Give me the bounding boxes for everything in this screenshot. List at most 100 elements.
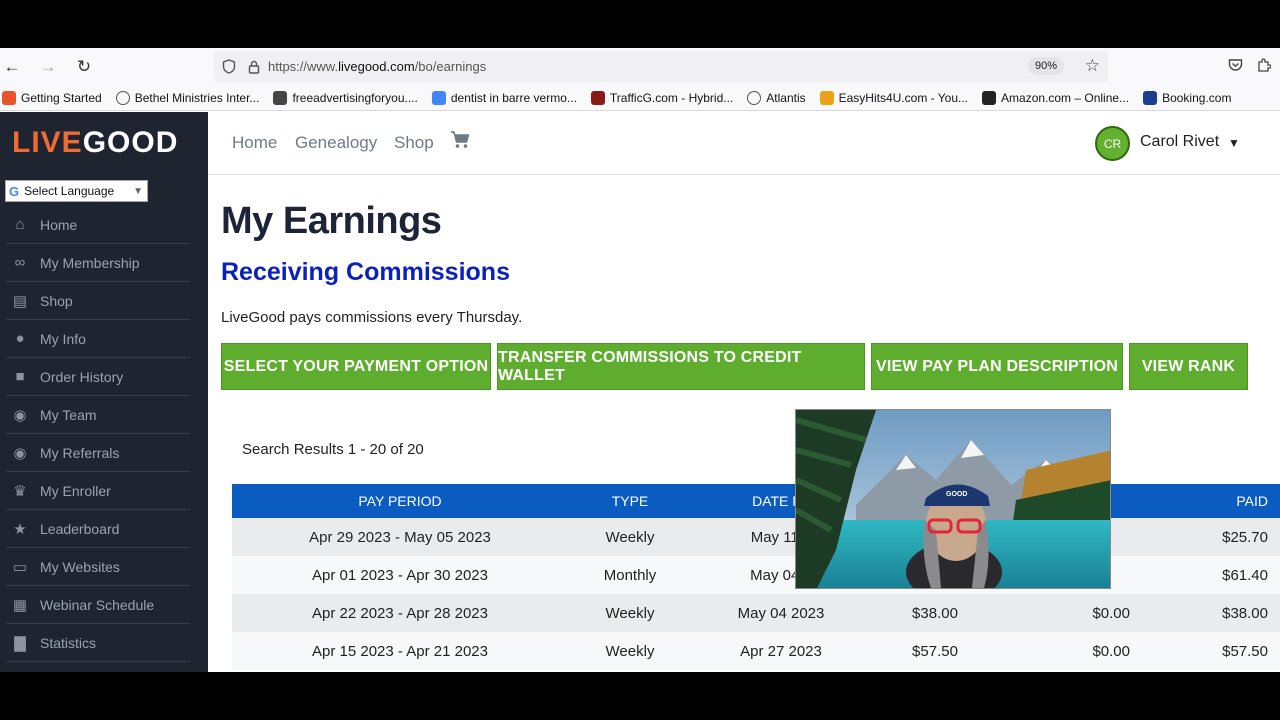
zoom-indicator[interactable]: 90% bbox=[1027, 57, 1064, 75]
sidebar-item-leaderboard[interactable]: ★ Leaderboard bbox=[6, 510, 190, 548]
pocket-icon[interactable] bbox=[1228, 58, 1243, 76]
home-icon: ⌂ bbox=[15, 216, 25, 233]
dropdown-arrow-icon: ▼ bbox=[133, 185, 143, 197]
select-payment-option-button[interactable]: SELECT YOUR PAYMENT OPTION bbox=[221, 343, 491, 390]
forward-icon[interactable]: → bbox=[30, 48, 66, 85]
user-name[interactable]: Carol Rivet bbox=[1140, 133, 1219, 151]
users-icon: ◉ bbox=[13, 406, 27, 424]
sidebar-item-my-referrals[interactable]: ◉ My Referrals bbox=[6, 434, 190, 472]
language-select-label: Select Language bbox=[24, 184, 115, 198]
sidebar-item-my-websites[interactable]: ▭ My Websites bbox=[6, 548, 190, 586]
sidebar-item-my-info[interactable]: ● My Info bbox=[6, 320, 190, 358]
extensions-icon[interactable] bbox=[1257, 57, 1272, 76]
trophy-icon: ★ bbox=[13, 520, 27, 538]
search-results-count: Search Results 1 - 20 of 20 bbox=[242, 441, 424, 458]
table-cell: $0.00 bbox=[1000, 632, 1130, 670]
sidebar-nav: ⌂ Home ∞ My Membership ▤ Shop ● My Info ■ Order H… bbox=[0, 206, 208, 662]
url-path: /bo/earnings bbox=[414, 59, 487, 74]
sidebar: LIVE GOOD G Select Language ▼ ⌂ Home ∞ My M… bbox=[0, 112, 208, 672]
column-header[interactable]: PAID bbox=[1130, 484, 1280, 518]
table-cell: Apr 22 2023 - Apr 28 2023 bbox=[232, 594, 568, 632]
sidebar-item-statistics[interactable]: ▇ Statistics bbox=[6, 624, 190, 662]
table-row: Apr 29 2023 - May 05 2023 Weekly May 11 2 $… bbox=[232, 518, 1280, 556]
sidebar-item-my-enroller[interactable]: ♛ My Enroller bbox=[6, 472, 190, 510]
user-menu-caret-icon[interactable]: ▼ bbox=[1228, 136, 1240, 150]
column-header[interactable]: PAY PERIOD bbox=[232, 484, 568, 518]
table-cell: Apr 29 2023 - May 05 2023 bbox=[232, 518, 568, 556]
site-icon bbox=[273, 90, 288, 105]
sidebar-item-label: Home bbox=[40, 216, 78, 233]
bookmark-label: Atlantis bbox=[766, 90, 806, 105]
table-cell: Apr 01 2023 - Apr 30 2023 bbox=[232, 556, 568, 594]
bookmark-item[interactable]: Booking.com bbox=[1143, 90, 1232, 105]
bookmark-item[interactable]: dentist in barre vermo... bbox=[431, 90, 577, 105]
cart-icon[interactable] bbox=[450, 131, 470, 154]
webcam-video-overlay[interactable]: GOOD bbox=[795, 409, 1111, 589]
user-group-icon: ◉ bbox=[13, 444, 27, 462]
user-icon: ● bbox=[15, 330, 25, 347]
globe-icon bbox=[747, 90, 762, 105]
logo-good-text: GOOD bbox=[82, 126, 179, 159]
nav-home-link[interactable]: Home bbox=[232, 133, 277, 153]
sidebar-item-label: Leaderboard bbox=[40, 520, 120, 537]
bookmark-label: EasyHits4U.com - You... bbox=[838, 90, 969, 105]
nav-genealogy-link[interactable]: Genealogy bbox=[295, 133, 377, 153]
sidebar-item-label: My Membership bbox=[40, 254, 140, 271]
table-row: Apr 01 2023 - Apr 30 2023 Monthly May 04 2… bbox=[232, 556, 1280, 594]
sidebar-item-my-membership[interactable]: ∞ My Membership bbox=[6, 244, 190, 282]
bookmark-item[interactable]: EasyHits4U.com - You... bbox=[819, 90, 969, 105]
bookmark-label: TrafficG.com - Hybrid... bbox=[609, 90, 734, 105]
crown-icon: ♛ bbox=[13, 482, 27, 500]
avatar[interactable]: CR bbox=[1095, 126, 1130, 161]
browser-toolbar: ← → ↻ https://www.livegood.com/bo/earnin… bbox=[0, 48, 1280, 85]
view-rank-button[interactable]: VIEW RANK bbox=[1129, 343, 1248, 390]
sidebar-item-home[interactable]: ⌂ Home bbox=[6, 206, 190, 244]
bookmark-label: Getting Started bbox=[21, 90, 102, 105]
sidebar-item-label: Order History bbox=[40, 368, 124, 385]
table-cell: Weekly bbox=[568, 518, 692, 556]
bookmark-item[interactable]: TrafficG.com - Hybrid... bbox=[590, 90, 734, 105]
sidebar-item-order-history[interactable]: ■ Order History bbox=[6, 358, 190, 396]
language-select[interactable]: G Select Language ▼ bbox=[5, 180, 148, 202]
sidebar-item-label: My Enroller bbox=[40, 482, 111, 499]
table-cell: $38.00 bbox=[1130, 594, 1280, 632]
livegood-logo[interactable]: LIVE GOOD bbox=[0, 112, 208, 174]
webcam-scene-image: GOOD bbox=[796, 410, 1110, 588]
back-icon[interactable]: ← bbox=[0, 48, 30, 85]
trafficg-icon bbox=[590, 90, 605, 105]
nav-shop-link[interactable]: Shop bbox=[394, 133, 434, 153]
bookmark-star-icon[interactable]: ☆ bbox=[1085, 56, 1100, 76]
bookmark-item[interactable]: Amazon.com – Online... bbox=[982, 90, 1130, 105]
sidebar-item-webinar-schedule[interactable]: ▦ Webinar Schedule bbox=[6, 586, 190, 624]
bookmark-item[interactable]: Bethel Ministries Inter... bbox=[115, 90, 260, 105]
address-bar[interactable]: https://www.livegood.com/bo/earnings 90%… bbox=[214, 51, 1108, 82]
sidebar-item-shop[interactable]: ▤ Shop bbox=[6, 282, 190, 320]
lock-icon[interactable] bbox=[244, 60, 264, 74]
sidebar-item-label: My Team bbox=[40, 406, 97, 423]
bookmark-item[interactable]: freeadvertisingforyou.... bbox=[273, 90, 418, 105]
table-cell: $38.00 bbox=[870, 594, 1000, 632]
transfer-commissions-button[interactable]: TRANSFER COMMISSIONS TO CREDIT WALLET bbox=[497, 343, 865, 390]
sidebar-item-my-team[interactable]: ◉ My Team bbox=[6, 396, 190, 434]
amazon-icon bbox=[982, 90, 997, 105]
view-pay-plan-button[interactable]: VIEW PAY PLAN DESCRIPTION bbox=[871, 343, 1123, 390]
url-prefix: https://www. bbox=[268, 59, 339, 74]
url-domain: livegood.com bbox=[338, 59, 415, 74]
google-icon: G bbox=[9, 183, 20, 199]
firefox-icon bbox=[2, 90, 16, 105]
reload-icon[interactable]: ↻ bbox=[66, 48, 102, 85]
page-title: My Earnings bbox=[221, 200, 442, 242]
shield-icon[interactable] bbox=[214, 59, 244, 74]
bookmark-label: Amazon.com – Online... bbox=[1001, 90, 1130, 105]
bookmark-label: Booking.com bbox=[1162, 90, 1232, 105]
calendar-icon: ▦ bbox=[12, 596, 28, 614]
column-header[interactable]: TYPE bbox=[568, 484, 692, 518]
sidebar-item-label: Shop bbox=[40, 292, 73, 309]
bookmark-label: Bethel Ministries Inter... bbox=[134, 90, 260, 105]
url-text[interactable]: https://www.livegood.com/bo/earnings bbox=[268, 59, 486, 74]
sidebar-item-label: My Info bbox=[40, 330, 86, 347]
bookmark-item[interactable]: Getting Started bbox=[2, 90, 102, 105]
table-row: Apr 22 2023 - Apr 28 2023 Weekly May 04 20… bbox=[232, 594, 1280, 632]
bookmark-item[interactable]: Atlantis bbox=[747, 90, 806, 105]
table-cell: Weekly bbox=[568, 594, 692, 632]
